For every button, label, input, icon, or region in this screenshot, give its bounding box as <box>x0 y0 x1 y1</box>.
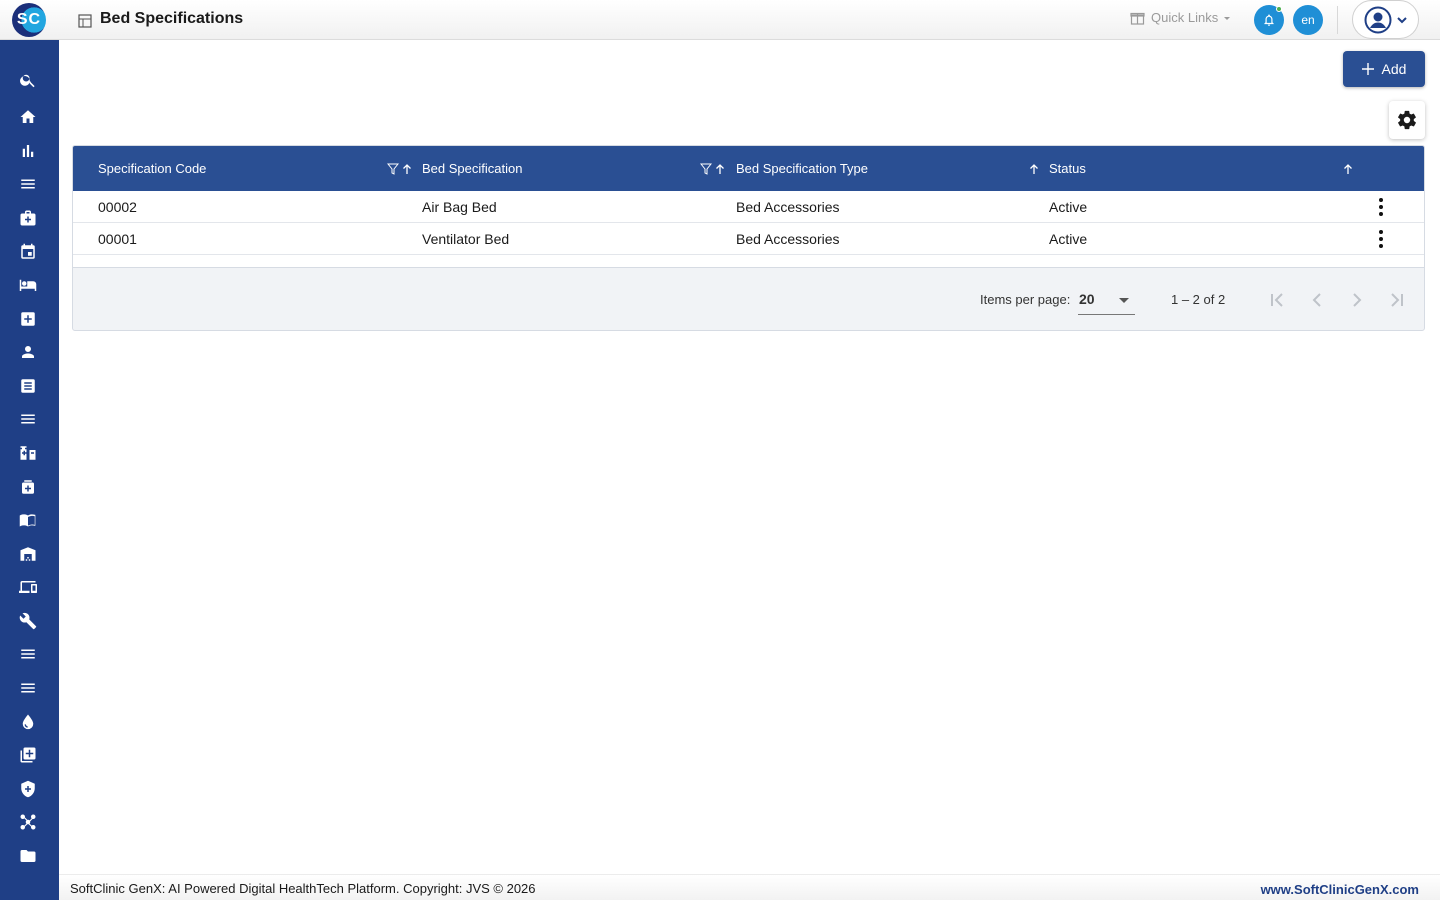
person-icon[interactable] <box>17 341 39 363</box>
items-per-page-value: 20 <box>1079 291 1095 307</box>
kebab-menu-icon <box>1379 230 1383 248</box>
add-button-label: Add <box>1381 61 1407 77</box>
first-page-icon <box>1271 293 1283 307</box>
folder-icon[interactable] <box>17 845 39 867</box>
dropdown-caret-icon <box>1119 298 1129 303</box>
row-actions-menu[interactable] <box>1373 197 1389 217</box>
sort-arrow-icon[interactable] <box>401 162 413 176</box>
table-body: 00002 Air Bag Bed Bed Accessories Active… <box>73 191 1424 268</box>
shield-icon[interactable] <box>17 778 39 800</box>
items-per-page-label: Items per page: <box>980 292 1071 307</box>
bell-icon <box>1264 14 1274 26</box>
website-link[interactable]: www.SoftClinicGenX.com <box>1261 882 1419 897</box>
page-range-label: 1 – 2 of 2 <box>1171 292 1226 307</box>
table-settings-button[interactable] <box>1389 101 1425 139</box>
plus-icon <box>1361 63 1374 75</box>
kebab-menu-icon <box>1379 198 1383 216</box>
calendar-icon[interactable] <box>17 241 39 263</box>
book-icon[interactable] <box>17 509 39 531</box>
sort-arrow-icon[interactable] <box>1028 162 1040 176</box>
search-icon[interactable] <box>17 69 39 91</box>
cell-status: Active <box>1049 231 1088 247</box>
add-library-icon[interactable] <box>17 744 39 766</box>
column-controls <box>700 162 726 176</box>
gift-icon <box>1130 12 1145 25</box>
menu-icon[interactable] <box>17 643 39 665</box>
document-icon[interactable] <box>17 375 39 397</box>
cell-bed-specification-type: Bed Accessories <box>736 231 840 247</box>
sort-arrow-icon[interactable] <box>1342 162 1354 176</box>
cell-status: Active <box>1049 199 1088 215</box>
copyright-text: SoftClinic GenX: AI Powered Digital Heal… <box>70 881 536 896</box>
notifications-button[interactable] <box>1254 5 1284 35</box>
cell-specification-code: 00001 <box>98 231 137 247</box>
bed-icon[interactable] <box>17 274 39 296</box>
filter-icon[interactable] <box>700 162 712 176</box>
cell-specification-code: 00002 <box>98 199 137 215</box>
items-per-page-select[interactable]: 20 <box>1078 285 1135 315</box>
paginator: Items per page: 20 1 – 2 of 2 <box>73 268 1424 330</box>
avatar-icon <box>1364 6 1391 33</box>
sort-arrow-icon[interactable] <box>714 162 726 176</box>
chevron-down-icon <box>1224 16 1231 20</box>
app-logo[interactable]: SC <box>12 3 46 37</box>
next-page-button[interactable] <box>1345 288 1369 312</box>
quick-links-label: Quick Links <box>1151 10 1219 25</box>
column-controls <box>387 162 413 176</box>
column-header-specification-code[interactable]: Specification Code <box>98 161 206 176</box>
warehouse-icon[interactable] <box>17 543 39 565</box>
table-row[interactable]: 00001 Ventilator Bed Bed Accessories Act… <box>73 223 1424 255</box>
previous-page-button[interactable] <box>1305 288 1329 312</box>
language-label: en <box>1301 13 1315 27</box>
top-bar: SC Bed Specifications Quick Links en <box>0 0 1440 40</box>
last-page-icon <box>1391 293 1403 307</box>
add-button[interactable]: Add <box>1343 51 1425 87</box>
header-divider <box>1337 6 1338 34</box>
wrench-icon[interactable] <box>17 610 39 632</box>
filter-icon[interactable] <box>387 162 399 176</box>
column-controls <box>1342 162 1354 176</box>
first-page-button[interactable] <box>1265 288 1289 312</box>
row-actions-menu[interactable] <box>1373 229 1389 249</box>
chevron-down-icon <box>1396 16 1407 23</box>
home-icon[interactable] <box>17 106 39 128</box>
cell-bed-specification: Ventilator Bed <box>422 231 510 247</box>
chevron-left-icon <box>1312 293 1321 307</box>
column-header-bed-specification[interactable]: Bed Specification <box>422 161 522 176</box>
table-header: Specification Code Bed Specification Bed… <box>73 146 1424 191</box>
gear-icon <box>1398 110 1416 130</box>
cell-bed-specification: Air Bag Bed <box>422 199 497 215</box>
column-header-bed-specification-type[interactable]: Bed Specification Type <box>736 161 868 176</box>
profile-menu-button[interactable] <box>1352 0 1419 39</box>
devices-icon[interactable] <box>17 576 39 598</box>
notification-dot <box>1276 6 1282 12</box>
blood-drop-icon[interactable] <box>17 711 39 733</box>
last-page-button[interactable] <box>1385 288 1409 312</box>
menu-icon[interactable] <box>17 408 39 430</box>
page-icon <box>78 14 92 28</box>
chevron-right-icon <box>1353 293 1362 307</box>
column-controls <box>1028 162 1040 176</box>
pharmacy-icon[interactable] <box>17 442 39 464</box>
language-button[interactable]: en <box>1293 5 1323 35</box>
medical-bag-icon[interactable] <box>17 207 39 229</box>
bar-chart-icon[interactable] <box>17 140 39 162</box>
menu-icon[interactable] <box>17 677 39 699</box>
data-table: Specification Code Bed Specification Bed… <box>72 145 1425 331</box>
footer: SoftClinic GenX: AI Powered Digital Heal… <box>59 874 1440 900</box>
medical-plus-icon[interactable] <box>17 308 39 330</box>
network-icon[interactable] <box>17 811 39 833</box>
quick-links-menu[interactable]: Quick Links <box>1130 10 1231 25</box>
sidebar <box>0 40 59 900</box>
page-title: Bed Specifications <box>100 10 244 27</box>
menu-icon[interactable] <box>17 173 39 195</box>
table-row[interactable]: 00002 Air Bag Bed Bed Accessories Active <box>73 191 1424 223</box>
medicine-icon[interactable] <box>17 476 39 498</box>
logo-text: SC <box>16 11 42 28</box>
column-header-status[interactable]: Status <box>1049 161 1086 176</box>
cell-bed-specification-type: Bed Accessories <box>736 199 840 215</box>
